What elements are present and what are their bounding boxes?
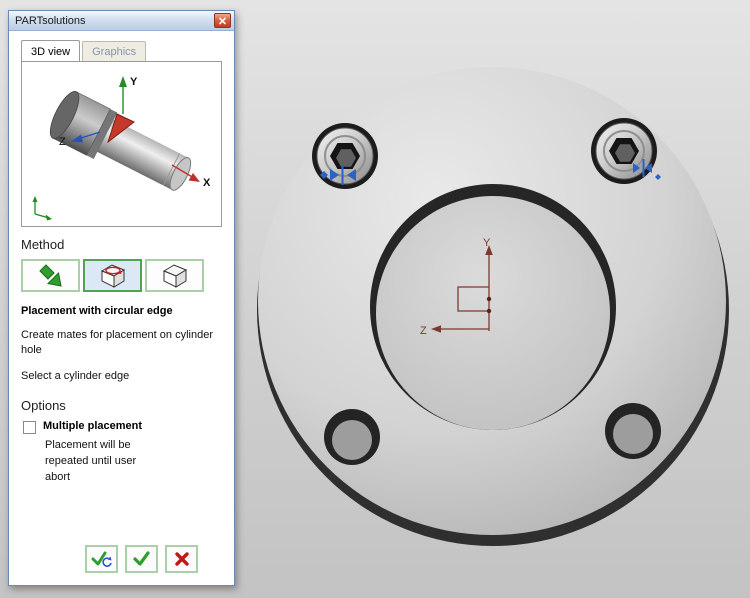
dialog-titlebar[interactable]: PARTsolutions (9, 11, 234, 31)
close-button[interactable] (214, 13, 231, 28)
tab-bar: 3D view Graphics (21, 40, 222, 62)
close-icon (218, 16, 227, 25)
y-arrowhead-icon (119, 76, 127, 87)
multiple-placement-description: Placement will be repeated until user ab… (45, 438, 137, 483)
sketch-point (486, 308, 492, 314)
tab-3d-view[interactable]: 3D view (21, 40, 81, 61)
sketch-y-label: Y (483, 237, 491, 249)
preview-x-label: X (203, 177, 211, 189)
green-arrow-icon (38, 263, 62, 287)
tab-graphics[interactable]: Graphics (82, 41, 147, 62)
ok-button[interactable] (125, 545, 158, 573)
cancel-x-icon (174, 552, 189, 566)
dialog-action-buttons (85, 545, 198, 573)
method-description: Create mates for placement on cylinder h… (21, 329, 213, 357)
center-bore-floor[interactable] (376, 196, 610, 430)
check-repeat-icon (91, 551, 112, 567)
method-button-group (21, 259, 222, 292)
screw-top-right[interactable] (591, 118, 657, 184)
method-heading: Method (21, 237, 65, 252)
part-preview-panel: Y Z X (21, 61, 222, 227)
method-placement-free-button[interactable] (145, 259, 204, 292)
method-placement-circular-edge-button[interactable] (83, 259, 142, 292)
method-selected-title: Placement with circular edge (21, 305, 173, 317)
multiple-placement-row: Multiple placement (21, 420, 222, 434)
preview-y-label: Y (130, 76, 138, 88)
method-insert-arrow-button[interactable] (21, 259, 80, 292)
sketch-z-label: Z (420, 325, 427, 337)
part-preview-canvas[interactable]: Y Z X (22, 62, 221, 226)
options-heading: Options (21, 397, 66, 413)
dialog-title: PARTsolutions (15, 14, 86, 27)
bolt-hole-bottom-right[interactable] (605, 403, 661, 459)
multiple-placement-label: Multiple placement (43, 419, 143, 432)
sketch-point (486, 296, 492, 302)
cube-icon (162, 264, 187, 288)
screw-top-left[interactable] (312, 123, 378, 189)
origin-triad-icon (32, 196, 52, 221)
cube-circular-edge-icon (100, 264, 125, 288)
dialog-body: 3D view Graphics Y Z X Method Placement … (9, 31, 234, 585)
check-icon (132, 551, 150, 566)
bolt-hole-bottom-left[interactable] (324, 409, 380, 465)
flange-part[interactable] (257, 67, 729, 546)
preview-part (49, 91, 192, 191)
x-arrowhead-icon (188, 173, 200, 182)
preview-z-label: Z (59, 136, 66, 148)
apply-repeat-button[interactable] (85, 545, 118, 573)
partsolutions-dialog: PARTsolutions 3D view Graphics Y Z X Met… (8, 10, 235, 586)
cancel-button[interactable] (165, 545, 198, 573)
multiple-placement-checkbox[interactable] (23, 420, 36, 434)
method-instruction: Select a cylinder edge (21, 369, 130, 382)
preview-y-axis: Y (119, 76, 138, 114)
cad-workspace: Y Z PARTsolutions 3D view Graphics Y Z X… (0, 0, 750, 598)
